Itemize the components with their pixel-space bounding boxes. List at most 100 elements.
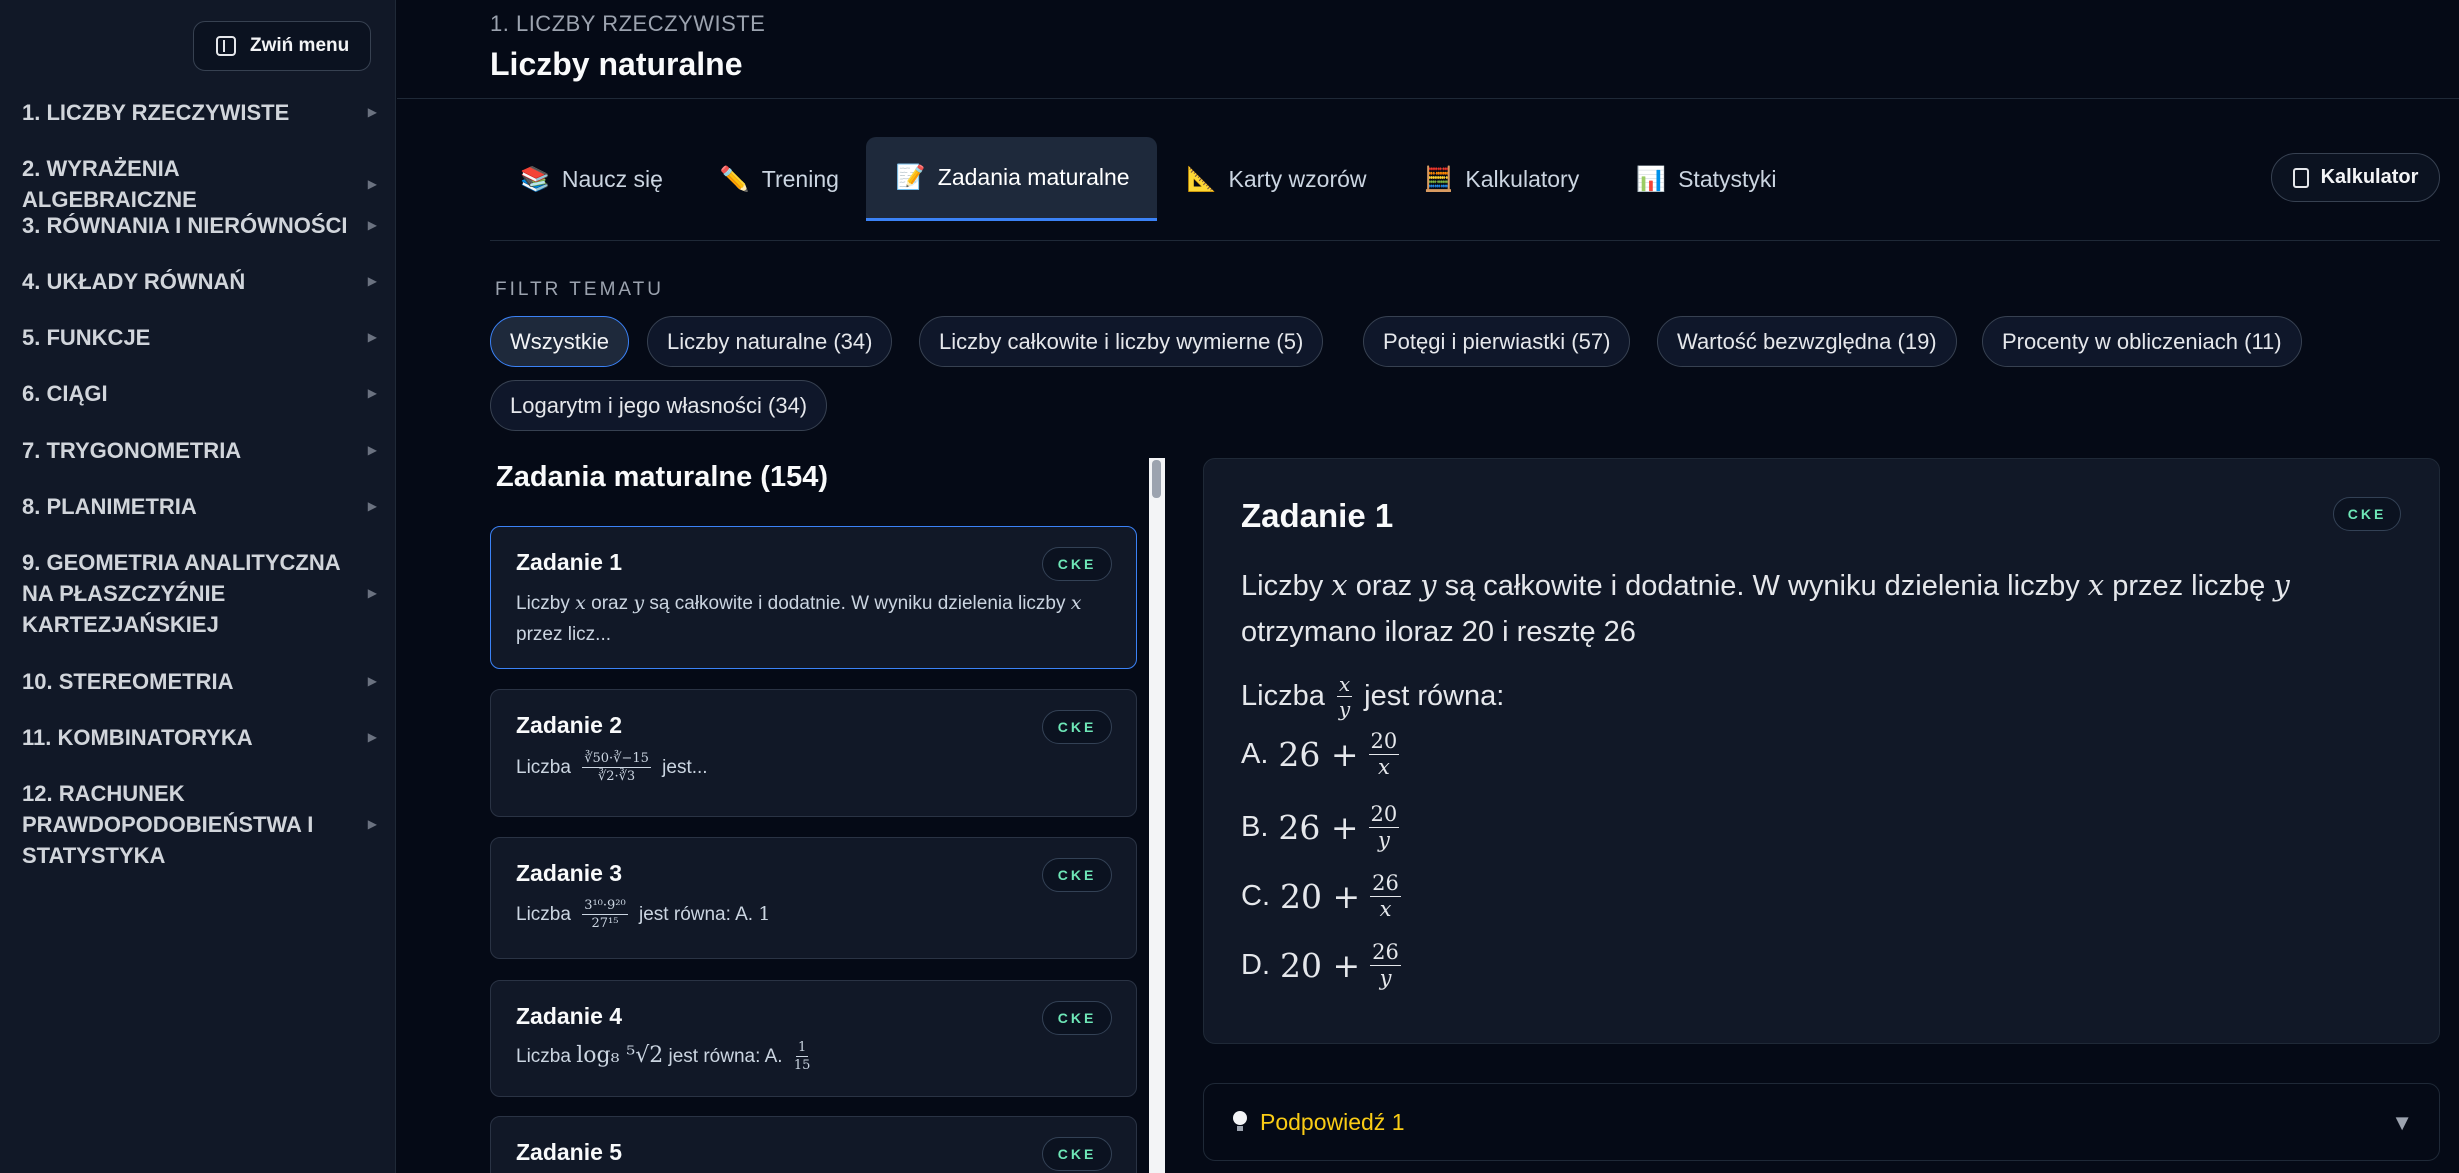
task-list-scrollbar[interactable]	[1149, 458, 1165, 1173]
pencil-icon: ✏️	[719, 165, 750, 193]
chevron-right-icon: ▶	[367, 386, 377, 400]
sidebar-collapse-icon	[216, 36, 236, 56]
task-detail-statement: Liczby x oraz y są całkowite i dodatnie.…	[1241, 562, 2359, 719]
calculator-icon	[2292, 167, 2309, 188]
tab-kalkulatory[interactable]: 🧮 Kalkulatory	[1394, 137, 1607, 221]
answer-option-d[interactable]: D. 20 + 26 y	[1241, 942, 1401, 989]
sidebar-item-funkcje[interactable]: 5. FUNKCJE ▶	[22, 322, 382, 353]
filter-chip-wszystkie[interactable]: Wszystkie	[490, 316, 629, 367]
filter-chip-logarytm[interactable]: Logarytm i jego własności (34)	[490, 380, 828, 431]
source-badge: CKE	[2333, 497, 2401, 531]
sidebar-item-geometria-analityczna[interactable]: 9. GEOMETRIA ANALITYCZNA NA PŁASZCZYŹNIE…	[22, 547, 382, 640]
filter-chip-wartosc-bezwzgledna[interactable]: Wartość bezwzględna (19)	[1657, 316, 1957, 367]
scrollbar-thumb[interactable]	[1152, 460, 1161, 498]
task-detail-panel: Zadanie 1 CKE Liczby x oraz y są całkowi…	[1203, 458, 2440, 1044]
chevron-right-icon: ▶	[367, 274, 377, 288]
tab-label: Zadania maturalne	[937, 164, 1130, 190]
sidebar-item-label: 5. FUNKCJE	[22, 325, 151, 350]
sidebar-item-label: 6. CIĄGI	[22, 381, 108, 406]
sidebar-item-label: 12. RACHUNEK PRAWDOPODOBIEŃSTWA I STATYS…	[22, 781, 314, 868]
triangular-ruler-icon: 📐	[1186, 165, 1217, 193]
answer-option-b[interactable]: B. 26 + 20 y	[1241, 804, 1400, 851]
task-card-title: Zadanie 4	[516, 1003, 623, 1029]
sidebar-item-label: 4. UKŁADY RÓWNAŃ	[22, 269, 246, 294]
task-detail-title: Zadanie 1	[1241, 497, 1394, 534]
filter-chip-procenty[interactable]: Procenty w obliczeniach (11)	[1982, 316, 2302, 367]
tab-label: Naucz się	[561, 165, 663, 192]
hint-label: Podpowiedź 1	[1260, 1108, 1405, 1135]
task-card-title: Zadanie 5	[516, 1139, 623, 1165]
tab-trening[interactable]: ✏️ Trening	[690, 137, 866, 221]
tab-label: Kalkulatory	[1465, 165, 1580, 192]
sidebar-item-liczby-rzeczywiste[interactable]: 1. LICZBY RZECZYWISTE ▶	[22, 97, 382, 128]
collapse-menu-label: Zwiń menu	[250, 35, 350, 56]
hint-accordion[interactable]: Podpowiedź 1 ▼	[1203, 1083, 2440, 1161]
bar-chart-icon: 📊	[1636, 165, 1667, 193]
tab-label: Karty wzorów	[1228, 165, 1367, 192]
source-badge: CKE	[1042, 1137, 1112, 1171]
source-badge: CKE	[1042, 547, 1112, 581]
task-card-4[interactable]: Zadanie 4 CKE Liczba log₈ ⁵√2 jest równa…	[490, 980, 1137, 1097]
breadcrumb: 1. LICZBY RZECZYWISTE	[490, 11, 766, 36]
sidebar: Zwiń menu 1. LICZBY RZECZYWISTE ▶ 2. WYR…	[0, 0, 396, 1173]
sidebar-item-ciagi[interactable]: 6. CIĄGI ▶	[22, 378, 382, 409]
chevron-right-icon: ▶	[367, 330, 377, 344]
sidebar-item-label: 7. TRYGONOMETRIA	[22, 438, 242, 463]
sidebar-item-rownania-i-nierownosci[interactable]: 3. RÓWNANIA I NIERÓWNOŚCI ▶	[22, 210, 382, 241]
sidebar-item-rachunek-prawdopodobienstwa[interactable]: 12. RACHUNEK PRAWDOPODOBIEŃSTWA I STATYS…	[22, 778, 382, 871]
sidebar-item-planimetria[interactable]: 8. PLANIMETRIA ▶	[22, 491, 382, 522]
task-card-preview: Liczba ∛50·∛−15 ∛2·∛3 jest...	[516, 751, 708, 785]
memo-icon: 📝	[895, 164, 926, 191]
task-card-preview: Liczby x oraz y są całkowite i dodatnie.…	[516, 592, 1082, 645]
chevron-right-icon: ▶	[367, 730, 377, 744]
answer-option-a[interactable]: A. 26 + 20 x	[1241, 731, 1400, 778]
lightbulb-icon	[1232, 1110, 1248, 1134]
task-card-5[interactable]: Zadanie 5 CKE	[490, 1116, 1137, 1173]
tab-label: Trening	[761, 165, 839, 192]
tab-zadania-maturalne[interactable]: 📝 Zadania maturalne	[865, 137, 1157, 221]
chevron-right-icon: ▶	[367, 218, 377, 232]
sidebar-item-label: 8. PLANIMETRIA	[22, 494, 197, 519]
sidebar-item-kombinatoryka[interactable]: 11. KOMBINATORYKA ▶	[22, 722, 382, 753]
chevron-right-icon: ▶	[367, 176, 377, 191]
books-icon: 📚	[520, 165, 550, 193]
chevron-right-icon: ▶	[367, 443, 377, 457]
sidebar-item-wyrazenia-algebraiczne[interactable]: 2. WYRAŻENIA ALGEBRAICZNE ▶	[22, 153, 382, 215]
filter-chip-liczby-calkowite[interactable]: Liczby całkowite i liczby wymierne (5)	[919, 316, 1324, 367]
filter-chip-potegi-i-pierwiastki[interactable]: Potęgi i pierwiastki (57)	[1363, 316, 1631, 367]
tab-label: Statystyki	[1678, 165, 1777, 192]
source-badge: CKE	[1042, 710, 1112, 744]
collapse-menu-button[interactable]: Zwiń menu	[193, 21, 371, 71]
sidebar-item-trygonometria[interactable]: 7. TRYGONOMETRIA ▶	[22, 435, 382, 466]
header-divider	[397, 98, 2459, 99]
sidebar-item-label: 9. GEOMETRIA ANALITYCZNA NA PŁASZCZYŹNIE…	[22, 550, 340, 637]
task-card-title: Zadanie 2	[516, 712, 623, 738]
answer-option-c[interactable]: C. 20 + 26 x	[1241, 873, 1401, 920]
tab-karty-wzorow[interactable]: 📐 Karty wzorów	[1157, 137, 1394, 221]
filter-chip-liczby-naturalne[interactable]: Liczby naturalne (34)	[647, 316, 893, 367]
tab-naucz-sie[interactable]: 📚 Naucz się	[490, 137, 690, 221]
sidebar-item-label: 10. STEREOMETRIA	[22, 669, 234, 694]
sidebar-item-stereometria[interactable]: 10. STEREOMETRIA ▶	[22, 666, 382, 697]
filter-label: FILTR TEMATU	[495, 279, 664, 300]
task-card-3[interactable]: Zadanie 3 CKE Liczba 3¹⁰·9²⁰ 27¹⁵ jest ró…	[490, 837, 1137, 959]
task-card-1[interactable]: Zadanie 1 CKE Liczby x oraz y są całkowi…	[490, 526, 1137, 669]
source-badge: CKE	[1042, 858, 1112, 892]
task-statement-line: Liczby x oraz y są całkowite i dodatnie.…	[1241, 568, 2290, 648]
sidebar-item-label: 11. KOMBINATORYKA	[22, 725, 253, 750]
sidebar-item-uklady-rownan[interactable]: 4. UKŁADY RÓWNAŃ ▶	[22, 266, 382, 297]
calculator-button-label: Kalkulator	[2320, 166, 2419, 188]
sidebar-item-label: 1. LICZBY RZECZYWISTE	[22, 100, 290, 125]
page-title: Liczby naturalne	[490, 46, 743, 82]
task-card-2[interactable]: Zadanie 2 CKE Liczba ∛50·∛−15 ∛2·∛3 jest.…	[490, 689, 1137, 817]
task-card-title: Zadanie 1	[516, 549, 623, 575]
sidebar-item-label: 2. WYRAŻENIA ALGEBRAICZNE	[22, 156, 197, 212]
chevron-down-icon[interactable]: ▼	[2391, 1110, 2413, 1136]
calculator-button[interactable]: Kalkulator	[2271, 153, 2440, 202]
tab-bar: 📚 Naucz się ✏️ Trening 📝 Zadania matural…	[490, 137, 1804, 221]
chevron-right-icon: ▶	[367, 674, 377, 688]
sidebar-item-label: 3. RÓWNANIA I NIERÓWNOŚCI	[22, 213, 348, 238]
chevron-right-icon: ▶	[367, 817, 377, 831]
tab-statystyki[interactable]: 📊 Statystyki	[1606, 137, 1803, 221]
chevron-right-icon: ▶	[367, 105, 377, 119]
